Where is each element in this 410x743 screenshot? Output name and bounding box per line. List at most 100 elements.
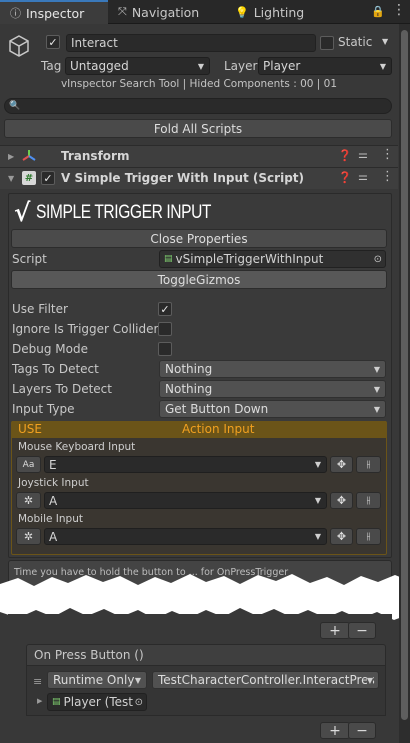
input-type-label: Input Type (12, 402, 75, 416)
input-settings-icon[interactable]: ⫲ (356, 528, 381, 545)
object-name-field[interactable]: Interact (66, 34, 316, 52)
mouse-keyboard-label: Mouse Keyboard Input (18, 441, 136, 453)
move-handle-icon[interactable]: ✥ (330, 456, 353, 473)
gameobject-cube-icon (7, 34, 31, 58)
script-icon: # (22, 171, 36, 185)
tab-inspector-label: Inspector (26, 5, 85, 21)
remove-event-button[interactable]: − (348, 622, 376, 639)
ignore-colliders-checkbox[interactable] (158, 322, 172, 336)
checkmark-icon: ✓ (160, 302, 170, 316)
object-picker-icon[interactable]: ⊙ (134, 696, 143, 708)
search-icon: 🔍 (9, 101, 21, 111)
script-file-icon: ▤ (164, 254, 173, 264)
mobile-value: A (49, 529, 58, 544)
script-file-icon: ▤ (52, 697, 61, 707)
debug-mode-checkbox[interactable] (158, 342, 172, 356)
script-field[interactable]: ▤ vSimpleTriggerWithInput ⊙ (159, 250, 386, 268)
navigation-icon: ⤧ (118, 5, 127, 18)
input-type-value: Get Button Down (165, 402, 269, 416)
help-icon[interactable]: ❓ (338, 171, 352, 184)
close-properties-button[interactable]: Close Properties (11, 229, 387, 248)
fold-all-scripts-button[interactable]: Fold All Scripts (4, 119, 392, 138)
input-type-toggle[interactable]: Aa (16, 456, 41, 473)
target-value: Player (Test (63, 695, 133, 709)
function-dropdown[interactable]: TestCharacterController.InteractPres ▼ (152, 671, 379, 689)
tab-lighting[interactable]: 💡 Lighting (235, 0, 315, 24)
add-listener-button[interactable]: + (320, 722, 350, 739)
mobile-label: Mobile Input (18, 513, 83, 525)
layers-to-detect-label: Layers To Detect (12, 382, 112, 396)
mouse-keyboard-dropdown[interactable]: E ▼ (44, 456, 327, 473)
component-enabled-checkbox[interactable]: ✓ (41, 171, 55, 185)
expand-arrow-icon[interactable]: ▼ (8, 174, 14, 183)
debug-mode-label: Debug Mode (12, 342, 88, 356)
add-event-button[interactable]: + (320, 622, 350, 639)
active-checkbox[interactable]: ✓ (46, 35, 60, 49)
use-label: USE (18, 422, 42, 436)
help-icon[interactable]: ❓ (338, 149, 352, 162)
component-menu-icon[interactable]: ⋮ (381, 169, 394, 184)
close-properties-label: Close Properties (150, 231, 248, 246)
toggle-gizmos-label: ToggleGizmos (157, 272, 241, 287)
input-settings-icon[interactable]: ⫲ (356, 492, 381, 509)
layer-dropdown[interactable]: Player ▼ (258, 57, 392, 75)
runtime-dropdown[interactable]: Runtime Only ▼ (47, 671, 147, 689)
tags-to-detect-label: Tags To Detect (12, 362, 99, 376)
search-input[interactable]: 🔍 (4, 98, 392, 114)
collapse-arrow-icon[interactable]: ▶ (8, 152, 14, 161)
layer-value: Player (263, 59, 301, 73)
presets-icon[interactable]: ⚌ (358, 170, 368, 183)
minus-icon: − (356, 722, 368, 739)
move-handle-icon[interactable]: ✥ (330, 528, 353, 545)
mouse-keyboard-value: E (49, 457, 57, 472)
tag-value: Untagged (70, 59, 129, 73)
use-filter-checkbox[interactable]: ✓ (158, 302, 172, 316)
action-input-label: Action Input (182, 422, 255, 436)
inspector-window: ⓘ Inspector ⤧ Navigation 💡 Lighting 🔒 ⋮ … (0, 0, 410, 743)
layers-dropdown[interactable]: Nothing ▼ (159, 380, 386, 398)
toggle-gizmos-button[interactable]: ToggleGizmos (11, 270, 387, 289)
joystick-value: A (49, 493, 58, 508)
tab-navigation[interactable]: ⤧ Navigation (118, 0, 218, 24)
text-type-icon: Aa (22, 459, 35, 470)
layer-label: Layer (224, 59, 258, 73)
lock-icon[interactable]: 🔒 (371, 5, 385, 18)
chevron-down-icon: ▼ (373, 364, 380, 374)
transform-label: Transform (61, 149, 130, 163)
mobile-dropdown[interactable]: A ▼ (44, 528, 327, 545)
tags-dropdown[interactable]: Nothing ▼ (159, 360, 386, 378)
on-press-label: On Press Button () (34, 648, 144, 662)
component-menu-icon[interactable]: ⋮ (381, 147, 394, 162)
input-settings-icon[interactable]: ⫲ (356, 456, 381, 473)
target-object-field[interactable]: ▤ Player (Test ⊙ (47, 693, 147, 711)
gamepad-icon[interactable]: ✲ (16, 492, 41, 509)
trigger-component-header[interactable]: ▼ # ✓ V Simple Trigger With Input (Scrip… (0, 167, 398, 189)
static-checkbox[interactable] (320, 36, 334, 50)
search-tool-info: vInspector Search Tool | Hided Component… (60, 78, 338, 90)
gamepad-icon[interactable]: ✲ (16, 528, 41, 545)
scrollbar-thumb[interactable] (401, 30, 408, 720)
chevron-down-icon: ▼ (373, 384, 380, 394)
tab-inspector[interactable]: ⓘ Inspector (0, 0, 108, 24)
transform-component-header[interactable]: ▶ Transform ❓ ⚌ ⋮ (0, 145, 398, 167)
layers-value: Nothing (165, 382, 213, 396)
object-picker-icon[interactable]: ⊙ (374, 254, 382, 265)
tag-dropdown[interactable]: Untagged ▼ (65, 57, 210, 75)
tab-lighting-label: Lighting (253, 4, 305, 20)
more-menu-icon[interactable]: ⋮ (392, 2, 406, 18)
drag-handle-icon[interactable]: ≡ (33, 675, 42, 688)
expand-arrow-icon[interactable]: ▶ (37, 697, 42, 705)
chevron-down-icon: ▼ (314, 460, 321, 469)
tag-label: Tag (41, 59, 62, 73)
minus-icon: − (356, 622, 368, 639)
logo-check: √ (14, 198, 31, 227)
joystick-dropdown[interactable]: A ▼ (44, 492, 327, 509)
presets-icon[interactable]: ⚌ (358, 148, 368, 161)
input-type-dropdown[interactable]: Get Button Down ▼ (159, 400, 386, 418)
joystick-label: Joystick Input (18, 477, 89, 489)
move-handle-icon[interactable]: ✥ (330, 492, 353, 509)
runtime-value: Runtime Only (53, 673, 135, 687)
static-dropdown-icon[interactable]: ▼ (382, 37, 388, 46)
remove-listener-button[interactable]: − (348, 722, 376, 739)
trigger-component-label: V Simple Trigger With Input (Script) (61, 171, 304, 185)
